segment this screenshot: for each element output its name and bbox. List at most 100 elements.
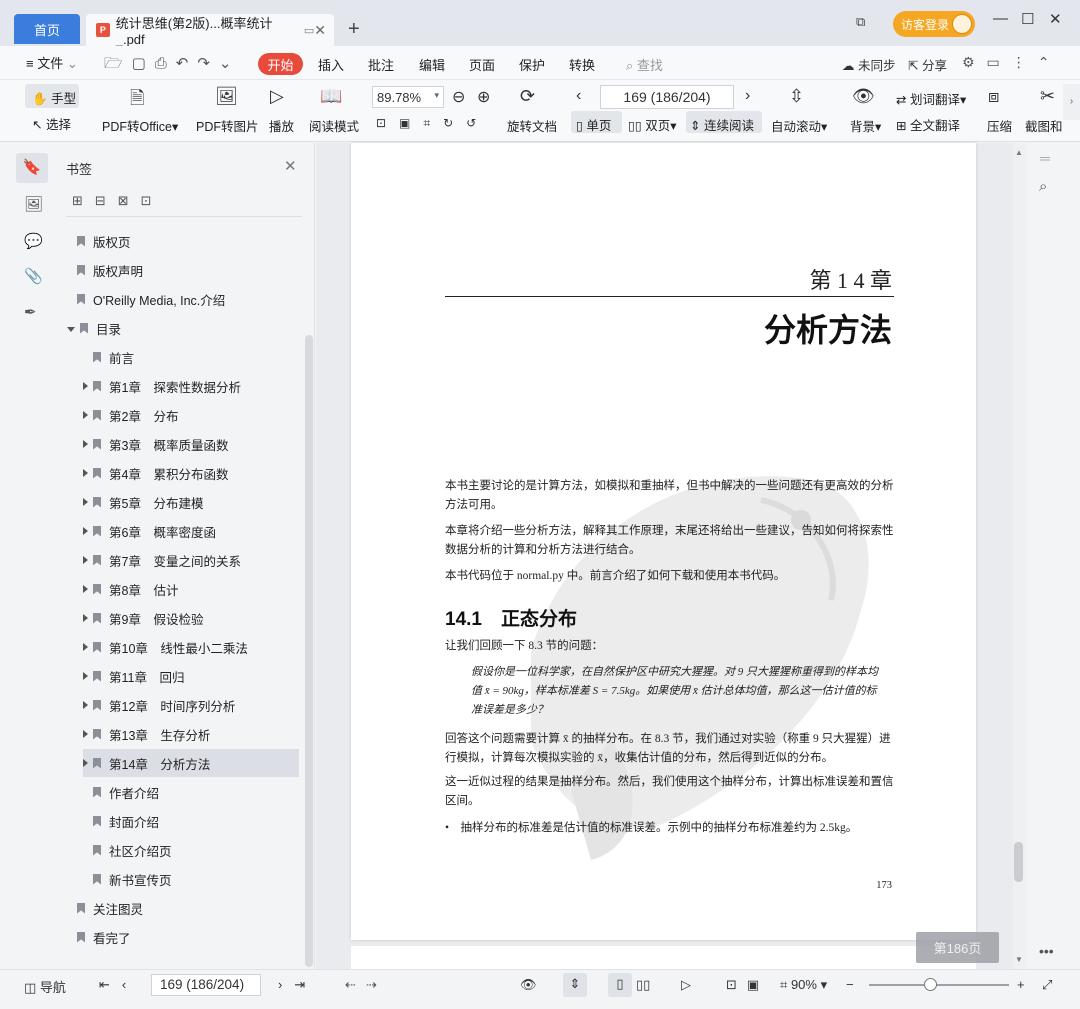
word-translate-button[interactable]: ⇄ 划词翻译▾ [896,89,966,108]
auto-scroll-button[interactable]: 自动滚动▾ [771,116,827,135]
menu-convert[interactable]: 转换 [569,55,595,74]
fullscreen-icon[interactable]: ⤢ [1042,977,1052,993]
expand-arrow-icon[interactable] [83,701,88,709]
zoom-slider-thumb[interactable] [924,978,937,991]
pdf-to-image-button[interactable]: PDF转图片 [196,116,259,135]
search-box[interactable]: ⌕ 查找 [626,55,663,74]
menu-extra-icons[interactable]: ⚙▭⋮⌃ [962,54,1062,71]
new-tab-icon[interactable]: + [348,18,360,41]
bookmark-item[interactable]: 前言 [83,343,299,371]
bookmark-item[interactable]: O'Reilly Media, Inc.介绍 [67,285,299,313]
single-status-icon[interactable]: ▯ [608,973,632,997]
zoom-slider-track[interactable] [869,984,1009,986]
comment-icon[interactable]: 💬 [24,232,43,250]
tab-document[interactable]: P 统计思维(第2版)...概率统计_.pdf ▭ ✕ [86,14,334,47]
double-page-button[interactable]: ▯▯ 双页▾ [628,115,677,134]
select-tool-button[interactable]: ↖ 选择 [32,114,71,133]
bookmark-item[interactable]: 第10章 线性最小二乘法 [83,633,299,661]
bookmark-item[interactable]: 第12章 时间序列分析 [83,691,299,719]
bookmark-item[interactable]: 第2章 分布 [83,401,299,429]
pdf-to-office-button[interactable]: PDF转Office▾ [102,116,178,135]
zoom-out-status-icon[interactable]: − [846,977,854,992]
full-translate-button[interactable]: ⊞ 全文翻译 [896,115,960,134]
screen-icon[interactable]: ▭ [304,24,314,37]
bookmark-item[interactable]: 新书宣传页 [83,865,299,893]
zoom-out-icon[interactable]: ⊖ [452,87,465,107]
bookmark-item[interactable]: 第5章 分布建模 [83,488,299,516]
bookmark-item[interactable]: 目录 [67,314,299,342]
bookmark-item[interactable]: 第1章 探索性数据分析 [83,372,299,400]
expand-arrow-icon[interactable] [83,556,88,564]
menu-page[interactable]: 页面 [469,55,495,74]
bookmark-tool-icons[interactable]: ⊞⊟⊠⊡ [72,193,164,209]
bookmark-item[interactable]: 第8章 估计 [83,575,299,603]
maximize-icon[interactable]: ☐ [1021,10,1034,28]
share-button[interactable]: ⇱ 分享 [908,55,947,74]
close-panel-icon[interactable]: ✕ [284,157,297,175]
guest-login-button[interactable]: 访客登录 [893,11,975,37]
next-last-icons[interactable]: ›⇥ [278,977,317,993]
menu-insert[interactable]: 插入 [318,55,344,74]
continuous-status-icon[interactable]: ⇕ [563,973,587,997]
single-page-button[interactable]: ▯ 单页 [576,115,611,134]
zoom-select[interactable]: 89.78% ▾ [372,86,444,108]
read-mode-button[interactable]: 阅读模式 [309,116,359,135]
attachment-icon[interactable]: 📎 [24,267,43,285]
zoom-in-status-icon[interactable]: + [1017,977,1025,992]
panel-scrollbar[interactable] [305,335,313,967]
doc-scrollbar-thumb[interactable] [1014,842,1023,882]
expand-arrow-icon[interactable] [83,411,88,419]
view-fit-icons[interactable]: ⊡▣⌗↻↺ [376,116,489,131]
eye-mode-icon[interactable]: 👁 [520,977,537,993]
rail-handle-icon[interactable]: ═ [1040,150,1050,166]
bookmark-item[interactable]: 关注图灵 [67,894,299,922]
expand-arrow-icon[interactable] [83,614,88,622]
play-status-icon[interactable]: ▷ [681,977,691,993]
scroll-down-icon[interactable]: ▼ [1015,955,1023,964]
bookmark-item[interactable]: 第14章 分析方法 [83,749,299,777]
screenshot-button[interactable]: 截图和 [1025,116,1063,135]
minimize-icon[interactable]: — [993,10,1008,27]
bookmark-panel-icon[interactable]: 🔖 [16,153,48,183]
zoom-status[interactable]: ⌗ 90% ▾ [780,977,827,993]
prev-page-icon[interactable]: ‹ [576,87,581,105]
expand-arrow-icon[interactable] [83,498,88,506]
zoom-in-icon[interactable]: ⊕ [477,87,490,107]
bookmark-item[interactable]: 第3章 概率质量函数 [83,430,299,458]
ai-search-icon[interactable]: ⌕ [1039,178,1047,195]
back-forward-icons[interactable]: ⇠⇢ [345,977,387,993]
expand-arrow-icon[interactable] [83,643,88,651]
bookmark-item[interactable]: 看完了 [67,923,299,951]
bookmark-item[interactable]: 封面介绍 [83,807,299,835]
menu-protect[interactable]: 保护 [519,55,545,74]
thumbnail-icon[interactable]: 🖼 [24,195,43,213]
expand-arrow-icon[interactable] [83,469,88,477]
rotate-doc-button[interactable]: 旋转文档 [507,116,557,135]
bookmark-item[interactable]: 社区介绍页 [83,836,299,864]
nav-toggle[interactable]: ◫ 导航 [24,977,66,996]
file-menu[interactable]: ≡ 文件 ⌄ [26,53,78,72]
first-prev-icons[interactable]: ⇤‹ [99,977,138,993]
bookmark-item[interactable]: 版权页 [67,227,299,255]
expand-arrow-icon[interactable] [83,730,88,738]
tab-home[interactable]: 首页 [14,14,80,44]
background-button[interactable]: 背景▾ [850,116,881,135]
play-button[interactable]: 播放 [269,116,294,135]
menu-start[interactable]: 开始 [258,53,303,75]
bookmark-item[interactable]: 第9章 假设检验 [83,604,299,632]
bookmark-item[interactable]: 第6章 概率密度函 [83,517,299,545]
page-number-input[interactable]: 169 (186/204) [600,85,734,109]
continuous-read-button[interactable]: ⇕ 连续阅读 [690,115,754,134]
close-tab-icon[interactable]: ✕ [314,22,326,39]
toolbar-scroll-right[interactable]: › [1063,84,1080,120]
bookmark-item[interactable]: 第11章 回归 [83,662,299,690]
expand-arrow-icon[interactable] [67,326,75,332]
bookmark-item[interactable]: 第7章 变量之间的关系 [83,546,299,574]
quick-access-icons[interactable]: 🗁▢⎙↶↷⌄ [104,53,240,78]
expand-arrow-icon[interactable] [83,527,88,535]
close-window-icon[interactable]: ✕ [1049,10,1062,28]
more-icon[interactable]: ••• [1039,943,1054,959]
fit-status-icons[interactable]: ⊡▣ [726,977,769,993]
signature-icon[interactable]: ✒ [24,303,37,321]
expand-arrow-icon[interactable] [83,759,88,767]
